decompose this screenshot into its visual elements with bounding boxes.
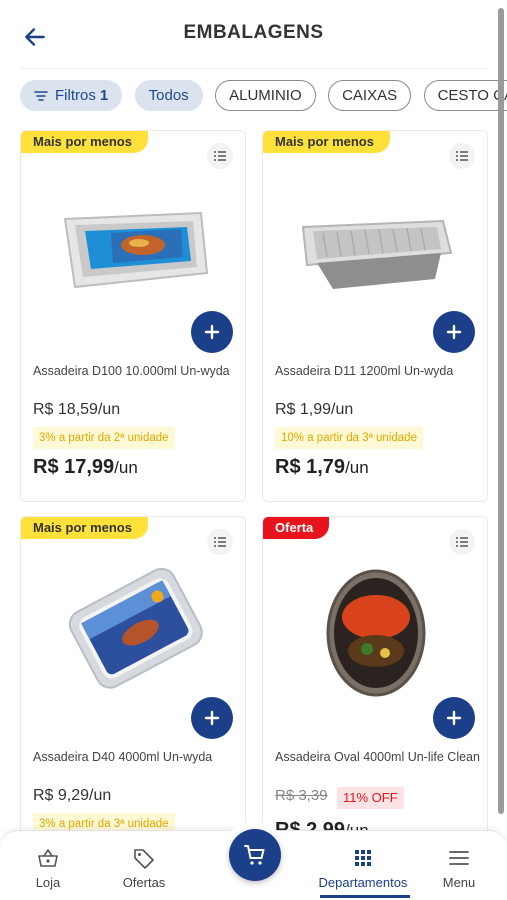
scrollbar[interactable] [498,0,504,820]
product-image[interactable] [293,161,459,321]
filters-button[interactable]: Filtros 1 [20,80,123,111]
product-name: Assadeira D11 1200ml Un-wyda [275,364,454,378]
chip-todos[interactable]: Todos [134,80,203,111]
add-to-cart-button[interactable] [433,697,475,739]
cart-icon [244,845,265,865]
quantity-discount: 10% a partir da 3ª unidade [275,427,423,449]
filters-count: 1 [99,87,109,104]
original-price: R$ 9,29/un [33,787,112,804]
nav-item-label: Loja [35,875,61,890]
hamburger-menu-icon [449,851,469,865]
nav-item-loja[interactable]: Loja [3,847,93,890]
active-nav-indicator [320,895,410,898]
cart-button[interactable] [229,829,281,881]
plus-icon [446,710,462,726]
nav-item-label: Departamentos [318,875,408,890]
filters-button-label: Filtros [55,87,96,104]
page-title: EMBALAGENS [183,22,324,43]
original-price: R$ 18,59/un [33,401,121,418]
price-unit: /un [114,458,138,477]
scrollbar-thumb[interactable] [498,8,504,814]
chip-caixas[interactable]: CAIXAS [328,80,412,111]
filter-icon [34,90,48,101]
add-to-cart-button[interactable] [191,697,233,739]
price-value: R$ 17,99 [33,456,115,478]
nav-item-label: Ofertas [122,875,166,890]
grid-icon [355,850,371,866]
product-image[interactable] [51,547,217,707]
nav-item-label: Menu [442,875,476,890]
discount-badge: 11% OFF [337,787,404,809]
current-price: R$ 17,99/un [33,456,138,479]
header-divider [20,68,487,69]
nav-item-menu[interactable]: Menu [414,847,504,890]
product-image[interactable] [51,161,217,321]
product-name: Assadeira D40 4000ml Un-wyda [33,750,213,764]
current-price: R$ 1,79/un [275,456,369,479]
original-price: R$ 1,99/un [275,401,354,418]
price-value: R$ 1,79 [275,456,346,478]
quantity-discount: 3% a partir da 2ª unidade [33,427,175,449]
app-header: EMBALAGENS [0,0,507,70]
chip-aluminio[interactable]: ALUMINIO [215,80,316,111]
add-to-cart-button[interactable] [191,311,233,353]
product-name: Assadeira Oval 4000ml Un-life Clean [275,750,480,764]
promo-tag: Mais por menos [21,517,148,539]
product-card[interactable]: Mais por menos Assadeira D11 1200ml Un-w… [262,130,488,502]
plus-icon [204,710,220,726]
product-card[interactable]: Mais por menos Assadeira D100 10.000ml U… [20,130,246,502]
offer-tag: Oferta [263,517,330,539]
original-price: R$ 3,39 [275,787,328,804]
product-name: Assadeira D100 10.000ml Un-wyda [33,364,230,378]
plus-icon [446,324,462,340]
product-image[interactable] [293,547,459,707]
promo-tag: Mais por menos [263,131,390,153]
chip-cesto-cafe[interactable]: CESTO CAFÉ [423,80,507,111]
nav-item-departamentos[interactable]: Departamentos [318,847,408,890]
filter-chip-bar: Filtros 1 Todos ALUMINIO CAIXAS CESTO CA… [20,80,507,112]
shopping-basket-icon [38,849,58,867]
price-unit: /un [345,458,369,477]
add-to-cart-button[interactable] [433,311,475,353]
plus-icon [204,324,220,340]
promo-tag: Mais por menos [21,131,148,153]
tag-icon [134,849,154,869]
nav-item-ofertas[interactable]: Ofertas [99,847,189,890]
